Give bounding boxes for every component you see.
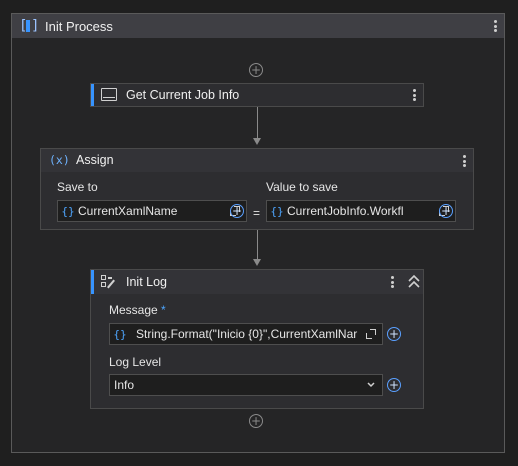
init-log-title: Init Log xyxy=(126,275,168,289)
log-icon xyxy=(101,275,117,289)
message-field[interactable]: {} String.Format("Inicio {0}",CurrentXam… xyxy=(109,323,383,345)
assign-more-icon[interactable] xyxy=(459,153,469,169)
save-to-plus-button[interactable]: + xyxy=(230,204,244,218)
add-activity-top-button[interactable]: + xyxy=(249,63,263,77)
activity-selected-bar xyxy=(91,84,94,106)
expand-icon[interactable] xyxy=(366,329,376,339)
chevron-down-icon xyxy=(366,378,378,392)
sequence-title: Init Process xyxy=(45,19,113,34)
init-log-more-icon[interactable] xyxy=(387,274,397,290)
sequence-more-icon[interactable] xyxy=(490,18,500,34)
connector-arrow xyxy=(253,138,261,145)
value-to-save-field[interactable]: {} CurrentJobInfo.Workfl xyxy=(266,200,456,222)
log-level-label: Log Level xyxy=(109,355,162,369)
save-to-value: CurrentXamlName xyxy=(78,204,178,218)
assign-title: Assign xyxy=(76,153,114,167)
value-to-save-label: Value to save xyxy=(266,180,338,194)
activity-selected-bar xyxy=(91,270,94,294)
activity-more-icon[interactable] xyxy=(409,87,419,103)
assign-activity[interactable]: (x) Assign Save to Value to save {} Curr… xyxy=(40,148,474,230)
value-to-save-value: CurrentJobInfo.Workfl xyxy=(287,204,404,218)
message-value: String.Format("Inicio {0}",CurrentXamlNa… xyxy=(136,327,358,341)
collapse-icon[interactable] xyxy=(407,274,421,290)
connector-line xyxy=(257,230,258,260)
log-level-plus-button[interactable]: + xyxy=(387,378,401,392)
activity-title: Get Current Job Info xyxy=(126,88,240,102)
assign-icon: (x) xyxy=(49,153,70,167)
add-activity-bottom-button[interactable]: + xyxy=(249,414,263,428)
save-to-label: Save to xyxy=(57,180,98,194)
log-level-value: Info xyxy=(114,378,135,392)
message-label: Message * xyxy=(109,303,166,317)
message-plus-button[interactable]: + xyxy=(387,327,401,341)
equals-sign: = xyxy=(253,206,261,220)
expression-brace-icon: {} xyxy=(113,327,127,341)
sequence-icon: [] xyxy=(19,18,40,34)
expression-brace-icon: {} xyxy=(270,204,284,218)
required-marker: * xyxy=(161,303,166,317)
connector-arrow xyxy=(253,259,261,266)
log-level-select[interactable]: Info xyxy=(109,374,383,396)
expression-brace-icon: {} xyxy=(61,204,75,218)
value-to-save-plus-button[interactable]: + xyxy=(439,204,453,218)
init-log-activity[interactable]: Init Log Message * {} String.Format("Ini… xyxy=(90,269,424,409)
window-icon xyxy=(101,88,117,101)
save-to-field[interactable]: {} CurrentXamlName xyxy=(57,200,247,222)
connector-line xyxy=(257,107,258,139)
get-current-job-info-activity[interactable]: Get Current Job Info xyxy=(90,83,424,107)
